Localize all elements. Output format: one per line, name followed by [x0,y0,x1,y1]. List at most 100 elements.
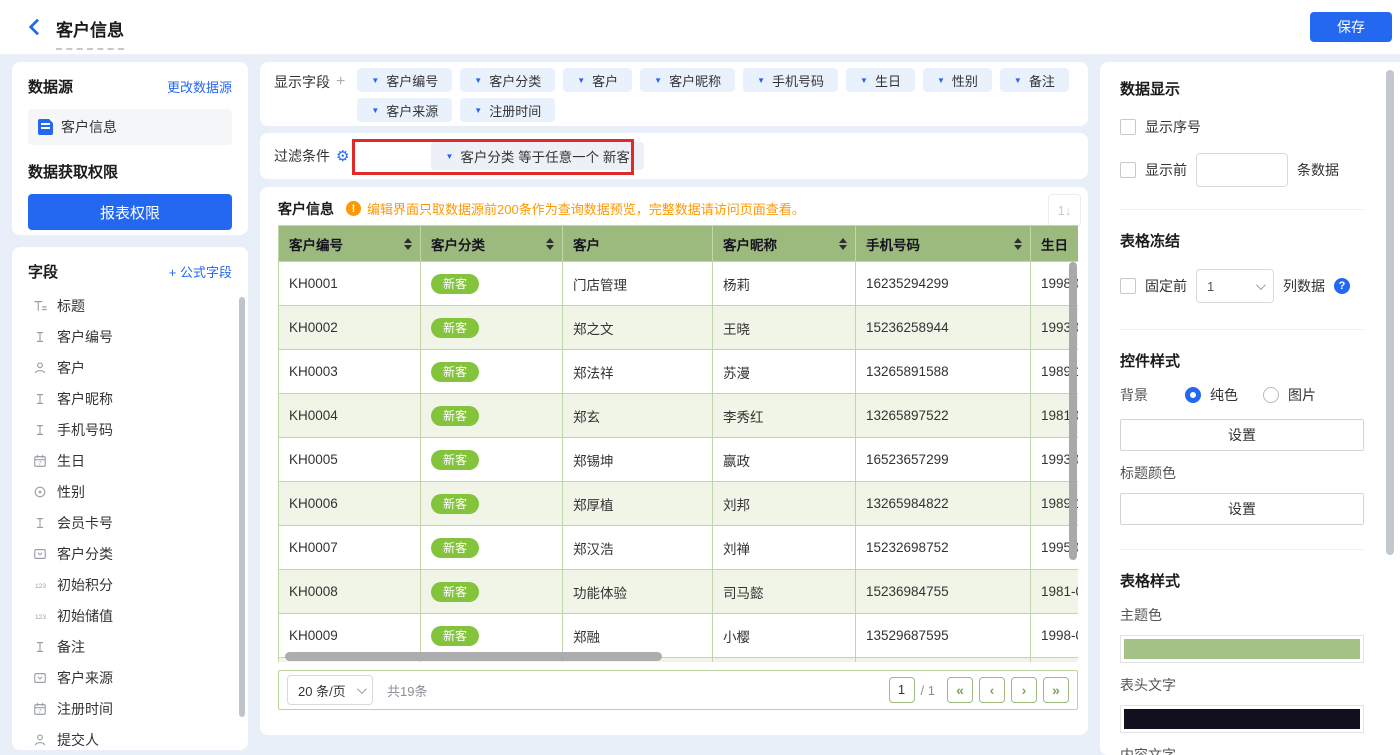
settings-panel: 数据显示 显示序号 显示前 条数据 表格冻结 固定前 1 列数据 ? 控件样式 … [1100,62,1400,755]
datasource-item-label: 客户信息 [61,117,117,137]
back-icon[interactable] [28,20,42,34]
table-horizontal-scrollbar[interactable] [285,652,662,661]
sort-icon[interactable] [546,238,554,250]
sort-icon[interactable] [404,238,412,250]
person-icon [32,732,48,748]
field-item[interactable]: 7生日 [28,445,232,476]
table-cell: 15236258944 [856,306,1031,349]
rows-count-input[interactable] [1196,153,1288,187]
category-badge: 新客 [431,318,479,338]
field-item[interactable]: 客户来源 [28,662,232,693]
total-count-label: 共19条 [387,681,427,700]
field-item[interactable]: 客户分类 [28,538,232,569]
content-text-label: 内容文字 [1120,745,1364,755]
field-item[interactable]: 客户编号 [28,321,232,352]
category-badge: 新客 [431,494,479,514]
display-field-chip[interactable]: ▼备注 [1000,68,1069,92]
report-permission-button[interactable]: 报表权限 [28,194,232,230]
next-page-button[interactable]: › [1011,677,1037,703]
field-item-label: 生日 [57,451,85,471]
settings-scrollbar[interactable] [1386,70,1394,555]
add-field-icon[interactable]: + [336,73,345,91]
background-set-button[interactable]: 设置 [1120,419,1364,451]
freeze-heading: 表格冻结 [1120,230,1364,251]
show-first-checkbox[interactable] [1120,162,1136,178]
column-header[interactable]: 客户分类 [421,226,563,261]
field-item[interactable]: 标题 [28,290,232,321]
theme-color-swatch[interactable] [1120,635,1364,663]
field-list: 标题客户编号客户客户昵称手机号码7生日性别会员卡号客户分类 123 初始积分 123初… [28,290,232,750]
table-vertical-scrollbar[interactable] [1069,262,1077,560]
sort-icon[interactable] [1014,238,1022,250]
display-field-chip[interactable]: ▼客户 [563,68,632,92]
table-row: KH0004新客郑玄李秀红132658975221981-06 [279,394,1078,438]
first-page-button[interactable]: « [947,677,973,703]
display-field-chip[interactable]: ▼客户来源 [357,98,452,122]
display-field-chip[interactable]: ▼客户昵称 [640,68,735,92]
help-icon[interactable]: ? [1334,278,1350,294]
field-item[interactable]: 会员卡号 [28,507,232,538]
chip-label: 生日 [875,71,901,90]
field-item[interactable]: 提交人 [28,724,232,750]
display-field-chip[interactable]: ▼手机号码 [743,68,838,92]
page-size-select[interactable]: 20 条/页 [287,675,373,705]
gear-icon[interactable]: ⚙ [336,147,349,165]
prev-page-button[interactable]: ‹ [979,677,1005,703]
field-item[interactable]: 备注 [28,631,232,662]
formula-field-link[interactable]: + 公式字段 [169,262,232,281]
category-badge: 新客 [431,450,479,470]
field-item[interactable]: 7注册时间 [28,693,232,724]
background-label: 背景 [1120,385,1176,405]
table-cell: KH0001 [279,262,421,305]
show-index-checkbox[interactable] [1120,119,1136,135]
fields-scrollbar[interactable] [239,297,245,717]
solid-color-radio[interactable] [1185,387,1201,403]
field-item[interactable]: 123 初始积分 [28,569,232,600]
sort-icon[interactable] [839,238,847,250]
display-field-chip[interactable]: ▼客户分类 [460,68,555,92]
display-field-chip[interactable]: ▼注册时间 [460,98,555,122]
column-header: 生日 [1031,226,1078,261]
number-icon: 123 [32,577,48,593]
image-radio[interactable] [1263,387,1279,403]
display-field-chip[interactable]: ▼性别 [923,68,992,92]
field-item-label: 初始积分 [57,575,113,595]
field-item[interactable]: 客户 [28,352,232,383]
table-cell: 门店管理 [563,262,713,305]
filter-condition-chip[interactable]: ▼ 客户分类 等于任意一个 新客 [431,142,643,170]
title-color-set-button[interactable]: 设置 [1120,493,1364,525]
pagination-bar: 20 条/页 共19条 1 / 1 «‹›» [278,670,1078,710]
column-header[interactable]: 客户昵称 [713,226,856,261]
fields-card: 字段 + 公式字段 标题客户编号客户客户昵称手机号码7生日性别会员卡号客户分类1… [12,247,248,750]
display-field-chip[interactable]: ▼生日 [846,68,915,92]
field-item[interactable]: 手机号码 [28,414,232,445]
freeze-count-select[interactable]: 1 [1196,269,1274,303]
display-field-chip[interactable]: ▼客户编号 [357,68,452,92]
table-cell: 15236984755 [856,570,1031,613]
change-datasource-link[interactable]: 更改数据源 [167,77,232,96]
sort-order-button[interactable]: 1↓ [1048,194,1081,227]
save-button[interactable]: 保存 [1310,12,1392,42]
fields-heading: 字段 [28,261,58,282]
field-item[interactable]: 123初始储值 [28,600,232,631]
warning-icon: ! [346,201,361,216]
page-title: 客户信息 [56,16,124,50]
freeze-checkbox[interactable] [1120,278,1136,294]
field-item[interactable]: 客户昵称 [28,383,232,414]
table-cell: 刘邦 [713,482,856,525]
cols-suffix-label: 列数据 [1283,276,1325,296]
chip-label: 性别 [952,71,978,90]
filter-card: 过滤条件 ⚙ ▼ 客户分类 等于任意一个 新客 [260,133,1088,179]
page-number-input[interactable]: 1 [889,677,915,703]
column-header[interactable]: 客户编号 [279,226,421,261]
header-text-color-swatch[interactable] [1120,705,1364,733]
display-fields-card: 显示字段 + ▼客户编号▼客户分类▼客户▼客户昵称▼手机号码▼生日▼性别▼备注▼… [260,62,1088,126]
column-header[interactable]: 手机号码 [856,226,1031,261]
datasource-item[interactable]: 客户信息 [28,109,232,145]
field-item[interactable]: 性别 [28,476,232,507]
chevron-down-icon: ▼ [757,76,765,85]
chip-label: 客户 [592,71,618,90]
last-page-button[interactable]: » [1043,677,1069,703]
table-cell: 新客 [421,262,563,305]
table-cell: 李秀红 [713,394,856,437]
